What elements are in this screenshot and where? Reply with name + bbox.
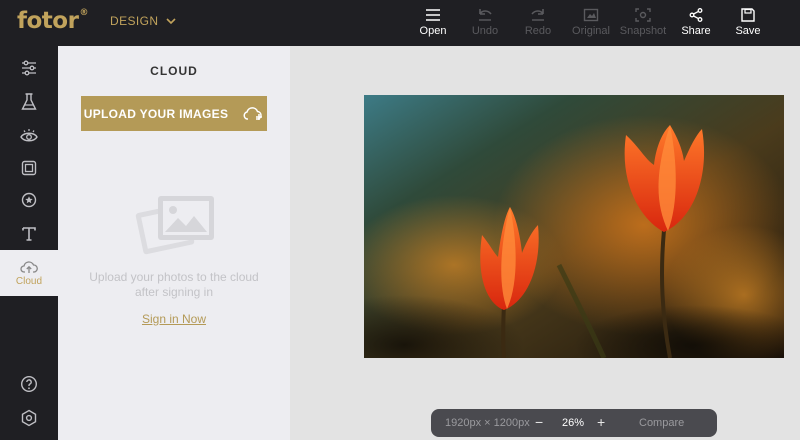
tulip-photo[interactable] <box>364 95 784 358</box>
eye-icon <box>20 129 38 142</box>
snapshot-button[interactable]: Snapshot <box>615 8 671 42</box>
rail-cloud[interactable]: Cloud <box>0 250 58 296</box>
redo-button[interactable]: Redo <box>510 8 566 42</box>
cloud-upload-icon <box>243 106 263 120</box>
upload-images-button[interactable]: UPLOAD YOUR IMAGES <box>81 96 267 131</box>
zoom-level: 26% <box>562 417 585 429</box>
zoom-in-button[interactable]: + <box>597 414 605 430</box>
compare-button[interactable]: Compare <box>639 417 684 429</box>
undo-icon <box>479 9 492 21</box>
help-icon <box>20 375 38 393</box>
photos-placeholder-icon <box>135 196 214 255</box>
image-icon <box>583 8 599 22</box>
editor-canvas[interactable]: 1920px × 1200px − 26% + Compare <box>290 46 800 440</box>
sliders-icon <box>22 60 36 76</box>
empty-state-text: Upload your photos to the cloud after si… <box>89 270 259 299</box>
top-bar: fotor® DESIGN Open Undo Redo Original Sn… <box>0 0 800 46</box>
fotor-logo[interactable]: fotor® <box>17 8 88 34</box>
upload-images-label: UPLOAD YOUR IMAGES <box>83 106 229 121</box>
tool-rail: Cloud <box>0 46 58 440</box>
rail-adjust[interactable] <box>0 52 58 84</box>
panel-title: CLOUD <box>150 64 198 78</box>
snapshot-icon <box>635 8 651 22</box>
redo-icon <box>531 9 544 21</box>
zoom-bar: 1920px × 1200px − 26% + Compare <box>431 409 717 437</box>
rail-settings[interactable] <box>0 402 58 434</box>
design-menu-dropdown[interactable]: DESIGN <box>110 14 176 28</box>
save-button[interactable]: Save <box>720 8 776 42</box>
frame-icon <box>21 160 37 176</box>
chevron-down-icon <box>166 17 176 24</box>
text-icon <box>22 227 36 241</box>
hamburger-icon <box>426 9 440 21</box>
design-menu-label: DESIGN <box>110 14 159 28</box>
zoom-out-button[interactable]: − <box>535 414 543 430</box>
save-icon <box>741 8 755 22</box>
rail-effects[interactable] <box>0 86 58 118</box>
flask-icon <box>21 93 37 110</box>
rail-beauty[interactable] <box>0 120 58 152</box>
cloud-icon <box>20 260 38 273</box>
open-button[interactable]: Open <box>405 8 461 42</box>
settings-icon <box>21 409 37 427</box>
rail-help[interactable] <box>0 368 58 400</box>
cloud-panel: CLOUD UPLOAD YOUR IMAGES Upload your pho… <box>58 46 290 440</box>
rail-stickers[interactable] <box>0 184 58 216</box>
undo-button[interactable]: Undo <box>457 8 513 42</box>
share-icon <box>689 8 703 22</box>
original-button[interactable]: Original <box>563 8 619 42</box>
image-dimensions: 1920px × 1200px <box>445 417 530 429</box>
star-badge-icon <box>21 192 37 208</box>
rail-frames[interactable] <box>0 152 58 184</box>
share-button[interactable]: Share <box>668 8 724 42</box>
sign-in-link[interactable]: Sign in Now <box>58 312 290 326</box>
rail-text[interactable] <box>0 218 58 250</box>
